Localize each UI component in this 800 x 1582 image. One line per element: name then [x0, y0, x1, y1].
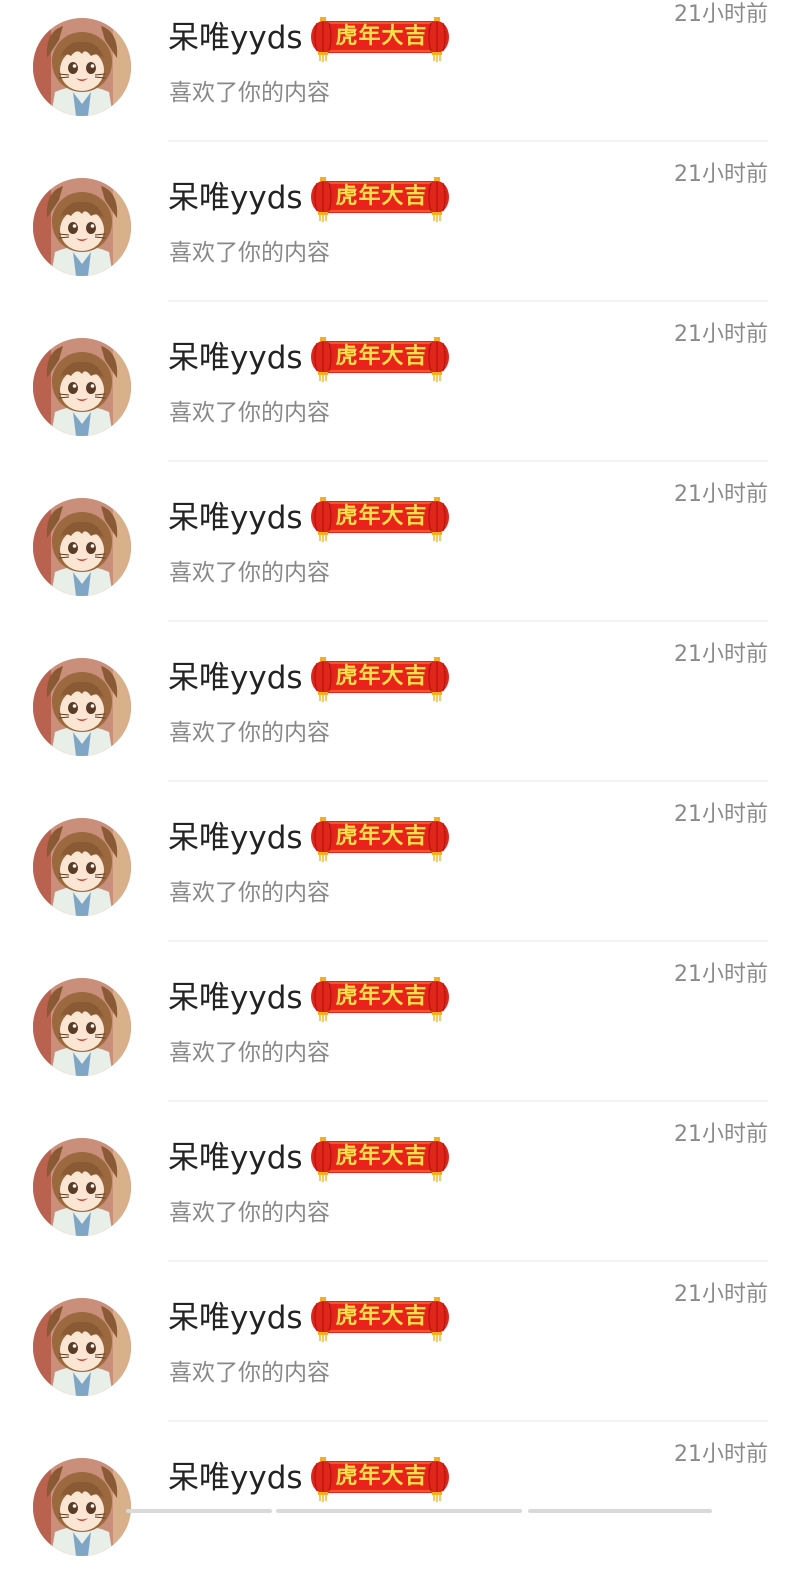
- notification-time: 21小时前: [674, 802, 768, 827]
- notification-action: 喜欢了你的内容: [169, 1360, 330, 1386]
- notification-time: 21小时前: [674, 2, 768, 27]
- notification-time: 21小时前: [674, 1122, 768, 1147]
- name-row: 呆唯yyds 虎年大吉: [168, 332, 451, 384]
- notification-item[interactable]: 呆唯yyds 虎年大吉 喜欢了你的内容 21小时前: [0, 1262, 800, 1422]
- name-row: 呆唯yyds 虎年大吉: [168, 972, 451, 1024]
- name-row: 呆唯yyds 虎年大吉: [168, 652, 451, 704]
- notification-item[interactable]: 呆唯yyds 虎年大吉 喜欢了你的内容 21小时前: [0, 782, 800, 942]
- badge-label: 虎年大吉: [335, 1464, 428, 1489]
- username[interactable]: 呆唯yyds: [168, 12, 303, 64]
- username[interactable]: 呆唯yyds: [168, 652, 303, 704]
- bottom-edge-bar: [0, 1509, 800, 1513]
- notification-item[interactable]: 呆唯yyds 虎年大吉 喜欢了你的内容 21小时前: [0, 622, 800, 782]
- user-avatar[interactable]: [33, 1138, 131, 1236]
- username[interactable]: 呆唯yyds: [168, 812, 303, 864]
- tiger-year-badge: 虎年大吉: [309, 974, 451, 1022]
- name-row: 呆唯yyds 虎年大吉: [168, 1132, 451, 1184]
- notification-action: 喜欢了你的内容: [169, 240, 330, 266]
- notification-action: 喜欢了你的内容: [169, 1040, 330, 1066]
- notification-time: 21小时前: [674, 642, 768, 667]
- notification-list: 呆唯yyds 虎年大吉 喜欢了你的内容 21小时前 呆唯yyds 虎年大吉 喜欢…: [0, 0, 800, 1582]
- name-row: 呆唯yyds 虎年大吉: [168, 172, 451, 224]
- username[interactable]: 呆唯yyds: [168, 172, 303, 224]
- username[interactable]: 呆唯yyds: [168, 492, 303, 544]
- user-avatar[interactable]: [33, 18, 131, 116]
- notification-item[interactable]: 呆唯yyds 虎年大吉 喜欢了你的内容 21小时前: [0, 1102, 800, 1262]
- badge-label: 虎年大吉: [335, 344, 428, 369]
- tiger-year-badge: 虎年大吉: [309, 174, 451, 222]
- name-row: 呆唯yyds 虎年大吉: [168, 812, 451, 864]
- bottom-edge-segment: [126, 1509, 272, 1513]
- notification-action: 喜欢了你的内容: [169, 1200, 330, 1226]
- notification-time: 21小时前: [674, 1282, 768, 1307]
- badge-label: 虎年大吉: [335, 24, 428, 49]
- notification-item[interactable]: 呆唯yyds 虎年大吉 喜欢了你的内容 21小时前: [0, 0, 800, 142]
- notification-item[interactable]: 呆唯yyds 虎年大吉 喜欢了你的内容 21小时前: [0, 462, 800, 622]
- notification-action: 喜欢了你的内容: [169, 720, 330, 746]
- notification-time: 21小时前: [674, 1442, 768, 1467]
- user-avatar[interactable]: [33, 1458, 131, 1556]
- notification-action: 喜欢了你的内容: [169, 80, 330, 106]
- user-avatar[interactable]: [33, 498, 131, 596]
- username[interactable]: 呆唯yyds: [168, 332, 303, 384]
- notification-action: 喜欢了你的内容: [169, 880, 330, 906]
- user-avatar[interactable]: [33, 658, 131, 756]
- notification-item[interactable]: 呆唯yyds 虎年大吉 喜欢了你的内容 21小时前: [0, 142, 800, 302]
- user-avatar[interactable]: [33, 178, 131, 276]
- user-avatar[interactable]: [33, 978, 131, 1076]
- notification-time: 21小时前: [674, 322, 768, 347]
- tiger-year-badge: 虎年大吉: [309, 814, 451, 862]
- tiger-year-badge: 虎年大吉: [309, 334, 451, 382]
- notification-item[interactable]: 呆唯yyds 虎年大吉 21小时前: [0, 1422, 800, 1582]
- tiger-year-badge: 虎年大吉: [309, 1294, 451, 1342]
- name-row: 呆唯yyds 虎年大吉: [168, 492, 451, 544]
- user-avatar[interactable]: [33, 1298, 131, 1396]
- tiger-year-badge: 虎年大吉: [309, 14, 451, 62]
- tiger-year-badge: 虎年大吉: [309, 1134, 451, 1182]
- badge-label: 虎年大吉: [335, 1304, 428, 1329]
- tiger-year-badge: 虎年大吉: [309, 494, 451, 542]
- user-avatar[interactable]: [33, 818, 131, 916]
- tiger-year-badge: 虎年大吉: [309, 654, 451, 702]
- badge-label: 虎年大吉: [335, 984, 428, 1009]
- username[interactable]: 呆唯yyds: [168, 1292, 303, 1344]
- notification-action: 喜欢了你的内容: [169, 400, 330, 426]
- bottom-edge-segment: [276, 1509, 522, 1513]
- badge-label: 虎年大吉: [335, 824, 428, 849]
- notification-time: 21小时前: [674, 962, 768, 987]
- badge-label: 虎年大吉: [335, 504, 428, 529]
- badge-label: 虎年大吉: [335, 184, 428, 209]
- username[interactable]: 呆唯yyds: [168, 972, 303, 1024]
- badge-label: 虎年大吉: [335, 664, 428, 689]
- notification-time: 21小时前: [674, 482, 768, 507]
- tiger-year-badge: 虎年大吉: [309, 1454, 451, 1502]
- notification-item[interactable]: 呆唯yyds 虎年大吉 喜欢了你的内容 21小时前: [0, 942, 800, 1102]
- notification-action: 喜欢了你的内容: [169, 560, 330, 586]
- username[interactable]: 呆唯yyds: [168, 1452, 303, 1504]
- name-row: 呆唯yyds 虎年大吉: [168, 1452, 451, 1504]
- name-row: 呆唯yyds 虎年大吉: [168, 1292, 451, 1344]
- notification-item[interactable]: 呆唯yyds 虎年大吉 喜欢了你的内容 21小时前: [0, 302, 800, 462]
- username[interactable]: 呆唯yyds: [168, 1132, 303, 1184]
- notification-time: 21小时前: [674, 162, 768, 187]
- user-avatar[interactable]: [33, 338, 131, 436]
- bottom-edge-segment: [528, 1509, 712, 1513]
- badge-label: 虎年大吉: [335, 1144, 428, 1169]
- name-row: 呆唯yyds 虎年大吉: [168, 12, 451, 64]
